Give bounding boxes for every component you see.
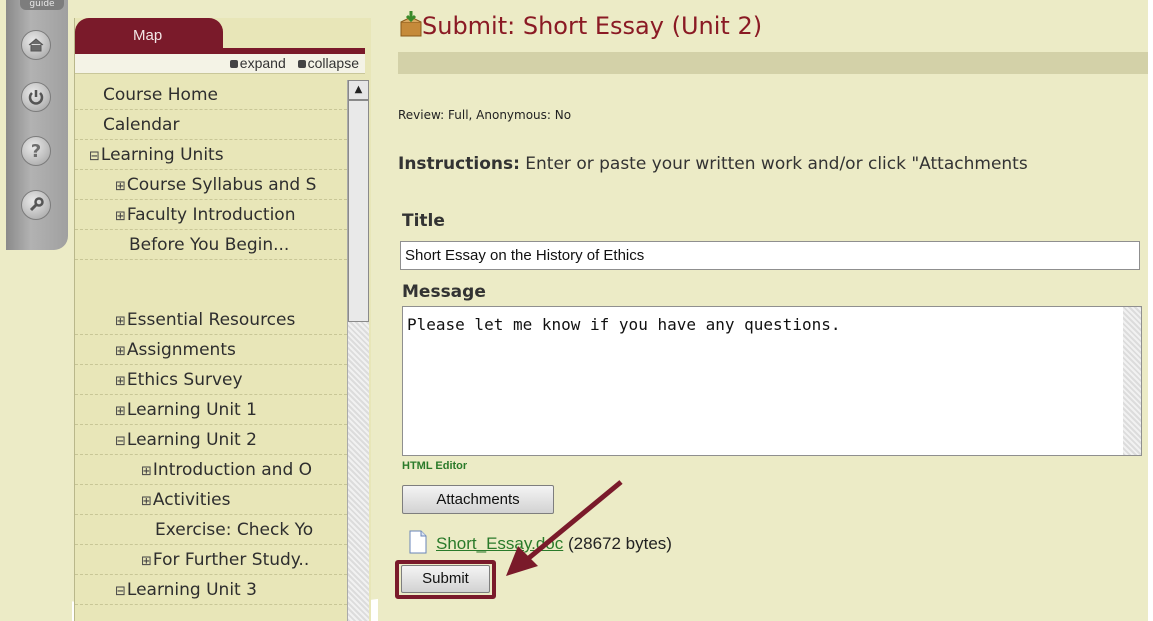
map-item[interactable]: ⊟Learning Units (75, 140, 347, 170)
map-item-label: Course Syllabus and S (126, 175, 317, 195)
icon-rail: guide ? (0, 0, 72, 621)
map-item[interactable]: ⊞For Further Study.. (75, 545, 347, 575)
map-item[interactable]: Calendar (75, 110, 347, 140)
map-item[interactable]: ⊞Activities (75, 485, 347, 515)
map-item-label: Course Home (103, 85, 218, 105)
message-textarea[interactable]: Please let me know if you have any quest… (402, 306, 1142, 456)
tab-map-label: Map (133, 27, 163, 44)
map-item[interactable]: ⊞Course Syllabus and S (75, 170, 347, 200)
map-item-label: Activities (152, 490, 231, 510)
scroll-up-button[interactable]: ▲ (348, 80, 369, 100)
title-input[interactable]: Short Essay on the History of Ethics (400, 241, 1140, 270)
expand-icon (229, 59, 238, 68)
map-item-label: Introduction and O (152, 460, 313, 480)
map-item-label: For Further Study.. (152, 550, 310, 570)
map-item-label: Exercise: Check Yo (155, 520, 314, 540)
expand-node-icon[interactable]: ⊞ (141, 464, 152, 479)
map-item-label: Learning Unit 3 (126, 580, 257, 600)
collapse-node-icon[interactable]: ⊟ (115, 584, 126, 599)
map-item[interactable]: ⊟Learning Unit 2 (75, 425, 347, 455)
expand-node-icon[interactable]: ⊞ (115, 404, 126, 419)
map-pane: Map expand collapse Course Home Calendar ⊟… (74, 18, 371, 621)
expand-node-icon[interactable]: ⊞ (115, 344, 126, 359)
expand-collapse-bar: expand collapse (75, 54, 365, 74)
collapse-node-icon[interactable]: ⊟ (115, 434, 126, 449)
help-icon[interactable]: ? (21, 136, 51, 166)
map-item[interactable]: ⊞Essential Resources (75, 305, 347, 335)
title-label: Title (402, 211, 445, 231)
submit-package-icon (400, 11, 422, 37)
map-item[interactable]: ⊞Learning Unit 1 (75, 395, 347, 425)
map-item[interactable]: ⊞Ethics Survey (75, 365, 347, 395)
map-item[interactable]: ⊟Learning Unit 3 (75, 575, 347, 605)
tools-icon[interactable] (21, 190, 51, 220)
expand-link[interactable]: expand (240, 55, 286, 71)
expand-node-icon[interactable]: ⊞ (115, 209, 126, 224)
message-scrollbar[interactable] (1123, 307, 1141, 455)
map-item-label: Calendar (103, 115, 180, 135)
map-item[interactable]: Before You Begin... (75, 230, 347, 260)
review-info: Review: Full, Anonymous: No (398, 108, 572, 122)
map-item[interactable]: ⊞Faculty Introduction (75, 200, 347, 230)
map-item-label: Essential Resources (126, 310, 296, 330)
instructions-label: Instructions: (398, 154, 520, 174)
expand-node-icon[interactable]: ⊞ (141, 494, 152, 509)
map-item[interactable]: Course Home (75, 80, 347, 110)
expand-node-icon[interactable]: ⊞ (115, 314, 126, 329)
map-scrollbar[interactable]: ▲ (347, 80, 369, 621)
map-item-label: Assignments (126, 340, 236, 360)
guide-tab[interactable]: guide (20, 0, 64, 10)
map-item-label: Ethics Survey (126, 370, 243, 390)
map-item[interactable]: ⊞Assignments (75, 335, 347, 365)
submit-button[interactable]: Submit (401, 565, 490, 593)
expand-node-icon[interactable]: ⊞ (141, 554, 152, 569)
collapse-icon (297, 59, 306, 68)
title-rule (398, 52, 1148, 74)
tab-map[interactable]: Map (75, 18, 223, 52)
html-editor-link[interactable]: HTML Editor (402, 460, 467, 472)
main-content: Submit: Short Essay (Unit 2) Review: Ful… (378, 0, 1148, 621)
instructions: Instructions: Enter or paste your writte… (398, 154, 1028, 174)
home-icon[interactable] (21, 30, 51, 60)
instructions-text: Enter or paste your written work and/or … (519, 154, 1028, 174)
collapse-node-icon[interactable]: ⊟ (89, 149, 100, 164)
power-icon[interactable] (21, 82, 51, 112)
map-item-label: Faculty Introduction (126, 205, 296, 225)
page-title: Submit: Short Essay (Unit 2) (422, 12, 763, 40)
expand-node-icon[interactable]: ⊞ (115, 179, 126, 194)
scroll-thumb[interactable] (348, 100, 369, 322)
map-item-label: Learning Units (100, 145, 224, 165)
expand-node-icon[interactable]: ⊞ (115, 374, 126, 389)
map-item-label: Before You Begin... (129, 235, 290, 255)
map-item-label: Learning Unit 2 (126, 430, 257, 450)
message-text: Please let me know if you have any quest… (407, 315, 841, 334)
message-label: Message (402, 282, 486, 302)
collapse-link[interactable]: collapse (308, 55, 359, 71)
map-item[interactable]: Exercise: Check Yo (75, 515, 347, 545)
annotation-arrow (506, 480, 623, 576)
map-item-label: Learning Unit 1 (126, 400, 257, 420)
map-item (75, 260, 347, 305)
map-tree: Course Home Calendar ⊟Learning Units ⊞Cours… (75, 80, 347, 621)
map-item[interactable]: ⊞Introduction and O (75, 455, 347, 485)
